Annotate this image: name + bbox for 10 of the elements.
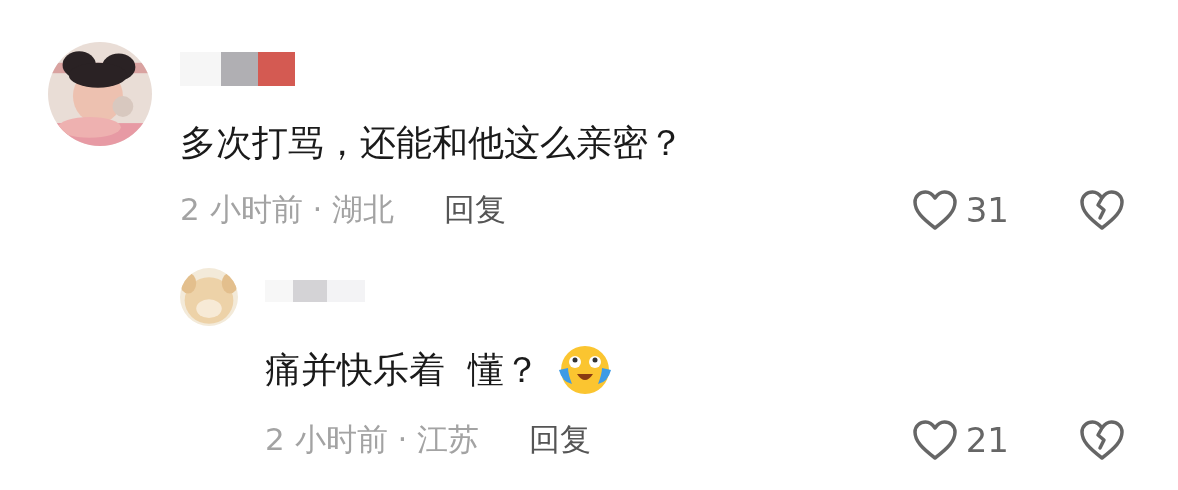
like-count: 31 [965, 190, 1009, 230]
broken-heart-icon [1079, 189, 1125, 231]
like-count: 21 [965, 420, 1009, 460]
comment-text: 多次打骂，还能和他这么亲密？ [180, 121, 684, 165]
reply-link[interactable]: 回复 [444, 189, 507, 231]
comment-text: 痛并快乐着 懂？ [265, 348, 540, 392]
broken-heart-icon [1079, 419, 1125, 461]
reply-link[interactable]: 回复 [529, 419, 592, 461]
timestamp-location: 2 小时前 · 江苏 [265, 420, 480, 459]
timestamp-location: 2 小时前 · 湖北 [180, 190, 395, 229]
